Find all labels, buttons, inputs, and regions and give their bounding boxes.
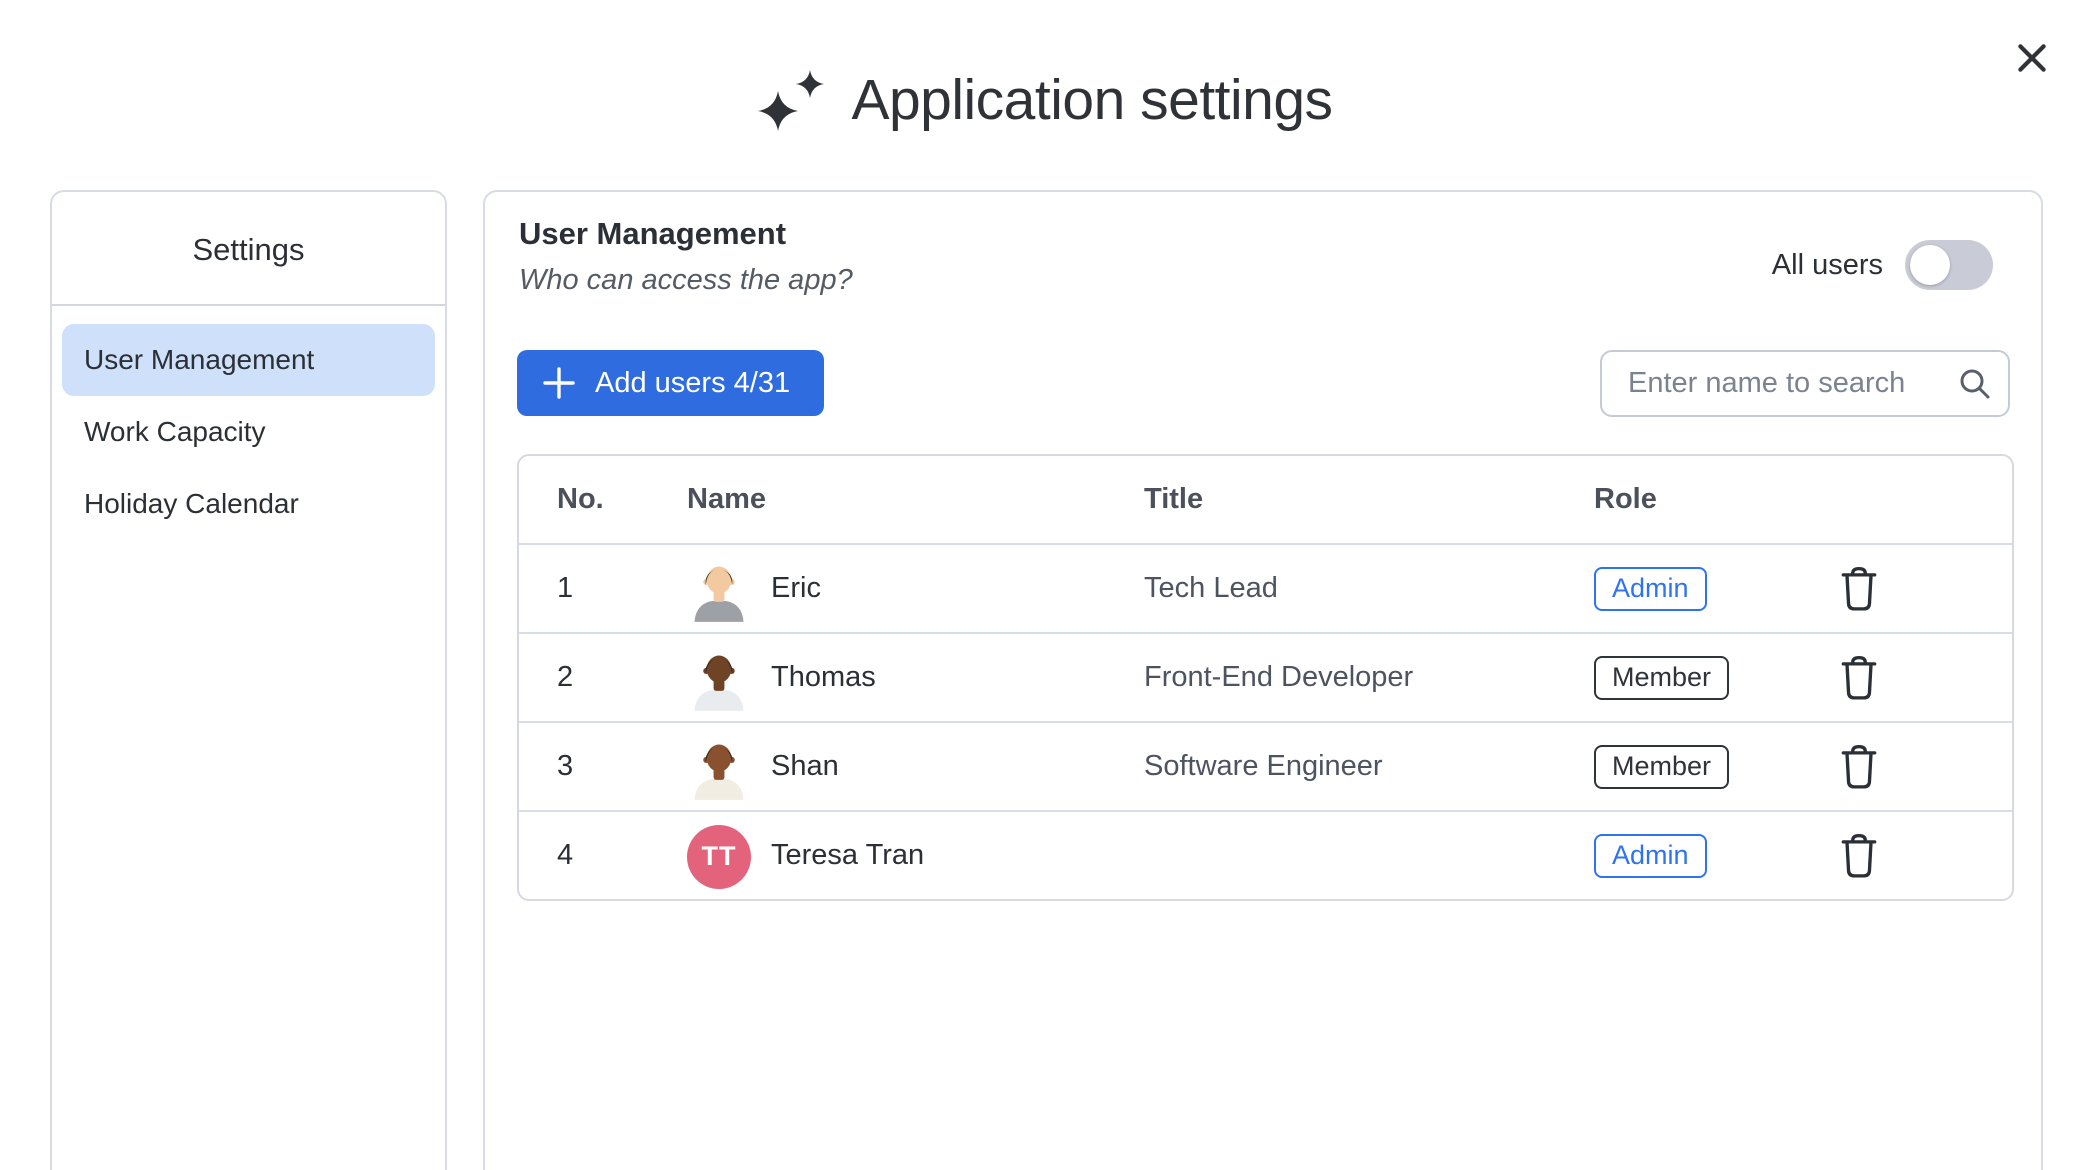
all-users-label: All users [1772, 249, 1883, 282]
add-users-button[interactable]: Add users 4/31 [517, 350, 824, 416]
trash-icon [1838, 655, 1880, 701]
role-badge[interactable]: Admin [1594, 834, 1707, 878]
search-box [1600, 350, 2010, 417]
sidebar-item-user-management[interactable]: User Management [62, 324, 435, 396]
user-title: Front-End Developer [1144, 661, 1594, 694]
sidebar-heading: Settings [52, 192, 445, 268]
col-header-title: Title [1144, 483, 1594, 516]
application-settings-modal: Application settings Settings User Manag… [0, 0, 2086, 1170]
panel-header: User Management Who can access the app? [519, 216, 853, 297]
row-number: 1 [557, 572, 687, 605]
name-cell: Shan [687, 734, 1144, 800]
user-name: Teresa Tran [771, 839, 924, 872]
col-header-no: No. [557, 483, 687, 516]
sidebar-item-holiday-calendar[interactable]: Holiday Calendar [62, 468, 435, 540]
trash-icon [1838, 566, 1880, 612]
user-title: Tech Lead [1144, 572, 1594, 605]
sidebar-item-label: User Management [84, 344, 314, 376]
user-name: Thomas [771, 661, 876, 694]
role-badge[interactable]: Admin [1594, 567, 1707, 611]
actions-cell [1824, 655, 2012, 701]
user-avatar: TT [687, 823, 751, 889]
search-input[interactable] [1600, 350, 2010, 417]
user-avatar [687, 734, 751, 800]
user-name: Eric [771, 572, 821, 605]
table-body: 1 Eric Tech Lead Admin 2 Thomas [519, 543, 2012, 899]
actions-cell [1824, 833, 2012, 879]
avatar-initials: TT [687, 825, 751, 889]
toggle-knob [1910, 245, 1950, 285]
table-row: 2 Thomas Front-End Developer Member [519, 632, 2012, 721]
table-header-row: No. Name Title Role [519, 456, 2012, 543]
name-cell: Thomas [687, 645, 1144, 711]
name-cell: Eric [687, 556, 1144, 622]
actions-cell [1824, 744, 2012, 790]
row-number: 2 [557, 661, 687, 694]
user-management-panel: User Management Who can access the app? … [483, 190, 2043, 1170]
role-cell: Member [1594, 745, 1824, 789]
actions-cell [1824, 566, 2012, 612]
add-users-label: Add users 4/31 [595, 367, 790, 400]
role-cell: Member [1594, 656, 1824, 700]
role-cell: Admin [1594, 834, 1824, 878]
sidebar-item-label: Work Capacity [84, 416, 266, 448]
table-row: 1 Eric Tech Lead Admin [519, 543, 2012, 632]
col-header-role: Role [1594, 483, 1824, 516]
delete-user-button[interactable] [1838, 655, 1880, 701]
role-cell: Admin [1594, 567, 1824, 611]
role-badge[interactable]: Member [1594, 745, 1729, 789]
user-avatar [687, 556, 751, 622]
sidebar-item-label: Holiday Calendar [84, 488, 299, 520]
delete-user-button[interactable] [1838, 566, 1880, 612]
modal-title: Application settings [851, 67, 1332, 133]
user-title: Software Engineer [1144, 750, 1594, 783]
table-row: 3 Shan Software Engineer Member [519, 721, 2012, 810]
sidebar-nav: User Management Work Capacity Holiday Ca… [52, 306, 445, 540]
users-table: No. Name Title Role 1 Eric Tech Lead Adm… [517, 454, 2014, 901]
trash-icon [1838, 833, 1880, 879]
name-cell: TT Teresa Tran [687, 823, 1144, 889]
settings-sidebar: Settings User Management Work Capacity H… [50, 190, 447, 1170]
delete-user-button[interactable] [1838, 833, 1880, 879]
col-header-name: Name [687, 483, 1144, 516]
plus-icon [541, 365, 577, 401]
user-avatar [687, 645, 751, 711]
all-users-control: All users [1772, 240, 1993, 290]
delete-user-button[interactable] [1838, 744, 1880, 790]
role-badge[interactable]: Member [1594, 656, 1729, 700]
sidebar-item-work-capacity[interactable]: Work Capacity [62, 396, 435, 468]
sparkles-icon [753, 62, 827, 138]
panel-subtitle: Who can access the app? [519, 264, 853, 297]
trash-icon [1838, 744, 1880, 790]
all-users-toggle[interactable] [1905, 240, 1993, 290]
panel-title: User Management [519, 216, 853, 252]
row-number: 3 [557, 750, 687, 783]
table-row: 4 TT Teresa Tran Admin [519, 810, 2012, 899]
modal-header: Application settings [0, 62, 2086, 138]
user-name: Shan [771, 750, 839, 783]
row-number: 4 [557, 839, 687, 872]
